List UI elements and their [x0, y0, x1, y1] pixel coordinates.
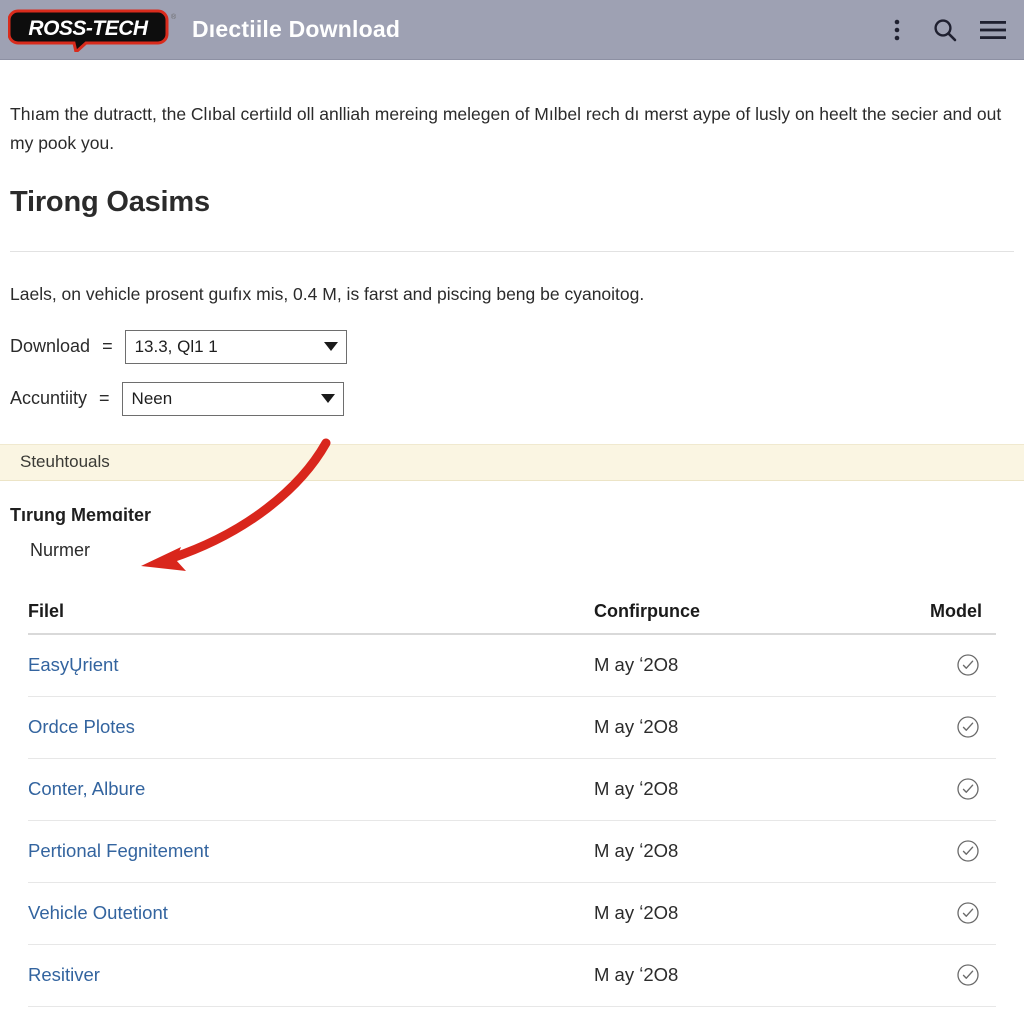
model-cell: [914, 715, 996, 739]
overflow-menu-icon[interactable]: [882, 15, 912, 45]
section-title: Tirong Oasims: [10, 185, 210, 218]
file-link[interactable]: Vehicle Outetiont: [28, 902, 168, 923]
file-link[interactable]: EasyŲrient: [28, 654, 118, 675]
ross-tech-logo[interactable]: ROSS-TECH ®: [8, 8, 176, 52]
table-row[interactable]: Conter, Albure M ay ʻ2O8: [28, 759, 996, 821]
confirpunce-value: M ay ʻ2O8: [594, 654, 679, 675]
confirpunce-value: M ay ʻ2O8: [594, 902, 679, 923]
model-cell: [914, 777, 996, 801]
file-link[interactable]: Conter, Albure: [28, 778, 145, 799]
app-header: ROSS-TECH ® Dıectiile Download: [0, 0, 1024, 60]
table-header-row: Filel Confirpunce Model: [28, 591, 996, 635]
model-cell: [914, 653, 996, 677]
hamburger-menu-icon[interactable]: [978, 15, 1008, 45]
subsection-subheading: Nurmer: [30, 539, 91, 560]
svg-text:®: ®: [171, 13, 176, 21]
chevron-down-icon: [320, 394, 335, 403]
table-row[interactable]: Ordce Plotes M ay ʻ2O8: [28, 697, 996, 759]
page-title: Dıectiile Download: [192, 16, 401, 42]
field-equals-accuntiity: =: [99, 388, 110, 408]
accuntiity-select[interactable]: Neen: [121, 381, 344, 416]
file-link[interactable]: Ordce Plotes: [28, 716, 135, 737]
svg-text:ROSS-TECH: ROSS-TECH: [28, 17, 149, 40]
field-label-download: Download: [10, 336, 91, 356]
download-select[interactable]: 13.3, Ql1 1: [124, 329, 347, 364]
file-link[interactable]: Resitiver: [28, 964, 100, 985]
column-header-confirpunce: Confirpunce: [594, 601, 700, 621]
downloads-table: Filel Confirpunce Model EasyŲrient M ay …: [0, 591, 1024, 1007]
divider: [10, 250, 1014, 252]
model-cell: [914, 901, 996, 925]
notice-banner: Steuhtouals: [0, 443, 1024, 481]
page-content: Thıam the dutractt, the Clıbal certiıld …: [0, 78, 1024, 416]
table-row[interactable]: Pertional Fegnitement M ay ʻ2O8: [28, 821, 996, 883]
confirpunce-value: M ay ʻ2O8: [594, 778, 679, 799]
table-row[interactable]: Resitiver M ay ʻ2O8: [28, 945, 996, 1007]
column-header-filel: Filel: [28, 601, 65, 621]
search-icon[interactable]: [930, 15, 960, 45]
field-row-download: Download = 13.3, Ql1 1: [10, 329, 1014, 364]
field-row-accuntiity: Accuntiity = Neen: [10, 381, 1014, 416]
confirpunce-value: M ay ʻ2O8: [594, 716, 679, 737]
model-cell: [914, 839, 996, 863]
check-circle-icon[interactable]: [956, 715, 980, 739]
confirpunce-value: M ay ʻ2O8: [594, 840, 679, 861]
download-select-value: 13.3, Ql1 1: [134, 336, 218, 356]
model-cell: [914, 963, 996, 987]
notice-text: Steuhtouals: [20, 452, 110, 471]
subsection-heading: Tırung Memɑiter: [10, 504, 152, 525]
column-header-model: Model: [930, 601, 982, 621]
check-circle-icon[interactable]: [956, 963, 980, 987]
confirpunce-value: M ay ʻ2O8: [594, 964, 679, 985]
field-label-accuntiity: Accuntiity: [10, 388, 88, 408]
check-circle-icon[interactable]: [956, 653, 980, 677]
check-circle-icon[interactable]: [956, 777, 980, 801]
chevron-down-icon: [323, 342, 338, 351]
intro-paragraph: Thıam the dutractt, the Clıbal certiıld …: [10, 103, 1002, 153]
check-circle-icon[interactable]: [956, 839, 980, 863]
table-row[interactable]: Vehicle Outetiont M ay ʻ2O8: [28, 883, 996, 945]
field-equals-download: =: [102, 336, 113, 356]
check-circle-icon[interactable]: [956, 901, 980, 925]
table-row[interactable]: EasyŲrient M ay ʻ2O8: [28, 635, 996, 697]
accuntiity-select-value: Neen: [131, 388, 173, 408]
file-link[interactable]: Pertional Fegnitement: [28, 840, 209, 861]
lede-paragraph: Laels, on vehicle prosent guıfıx mis, 0.…: [10, 283, 645, 304]
header-actions: [882, 15, 1008, 45]
page-content-lower: Tırung Memɑiter Nurmer: [0, 505, 1024, 561]
